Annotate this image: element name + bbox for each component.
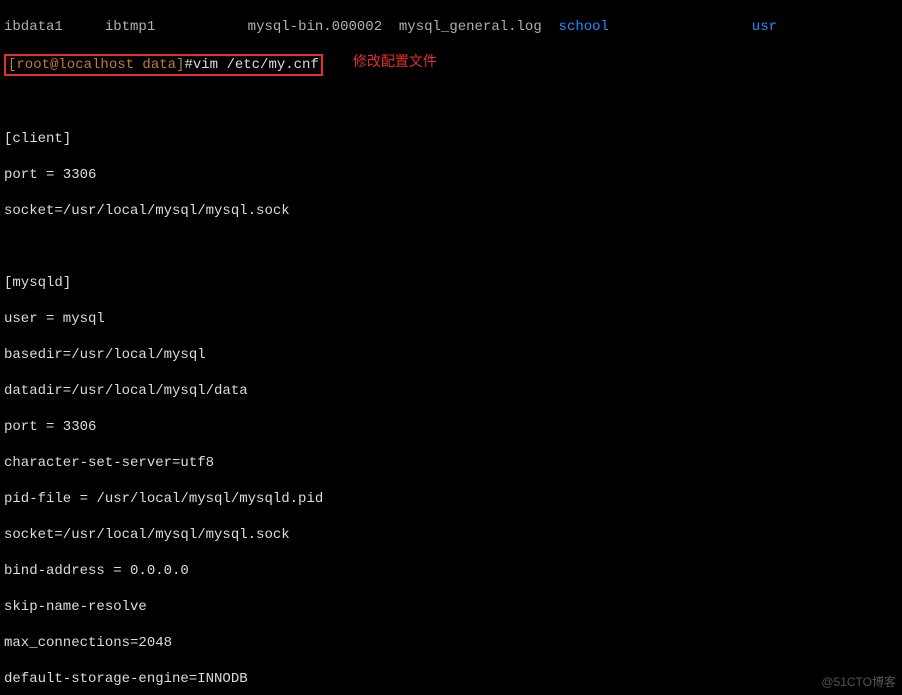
ls-entry: mysql_general.log xyxy=(399,19,542,35)
ls-entry: ibtmp1 xyxy=(105,19,155,35)
config-line: bind-address = 0.0.0.0 xyxy=(4,562,898,580)
config-line: socket=/usr/local/mysql/mysql.sock xyxy=(4,202,898,220)
config-line: [mysqld] xyxy=(4,274,898,292)
config-line: basedir=/usr/local/mysql xyxy=(4,346,898,364)
watermark-text: @51CTO博客 xyxy=(821,673,896,691)
ls-entry: ibdata1 xyxy=(4,19,63,35)
config-line: user = mysql xyxy=(4,310,898,328)
ls-entry-dir: school xyxy=(559,19,609,35)
config-line: socket=/usr/local/mysql/mysql.sock xyxy=(4,526,898,544)
config-line: pid-file = /usr/local/mysql/mysqld.pid xyxy=(4,490,898,508)
command-highlight: [root@localhost data]#vim /etc/my.cnf xyxy=(4,54,323,76)
config-line: skip-name-resolve xyxy=(4,598,898,616)
config-line: character-set-server=utf8 xyxy=(4,454,898,472)
editor-command[interactable]: vim /etc/my.cnf xyxy=(193,57,319,73)
prompt-hash: # xyxy=(184,57,192,73)
ls-entry: mysql-bin.000002 xyxy=(248,19,382,35)
annotation-modify-config: 修改配置文件 xyxy=(353,54,437,72)
config-line: datadir=/usr/local/mysql/data xyxy=(4,382,898,400)
config-line: [client] xyxy=(4,130,898,148)
config-line: default-storage-engine=INNODB xyxy=(4,670,898,688)
config-line: port = 3306 xyxy=(4,418,898,436)
config-line: port = 3306 xyxy=(4,166,898,184)
config-line: max_connections=2048 xyxy=(4,634,898,652)
ls-entry-dir: usr xyxy=(752,19,777,35)
prompt-user-host: [root@localhost data] xyxy=(8,57,184,73)
terminal-output: ibdata1 ibtmp1 mysql-bin.000002 mysql_ge… xyxy=(0,0,902,695)
config-blank xyxy=(4,238,898,256)
